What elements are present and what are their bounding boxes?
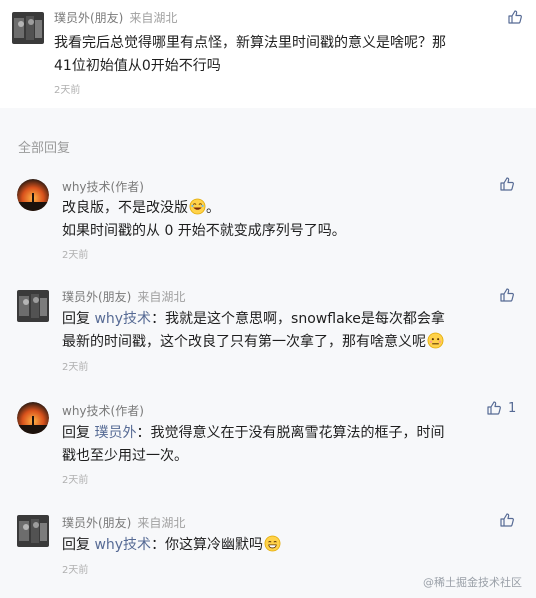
- laugh-emoji: [189, 198, 206, 215]
- reply-line-1: 回复 璞员外：我觉得意义在于没有脱离雪花算法的框子，时间: [62, 425, 445, 441]
- watermark: @稀土掘金技术社区: [423, 576, 522, 589]
- reply-time: 2天前: [62, 565, 89, 576]
- reply-target-link[interactable]: why技术: [94, 311, 151, 327]
- reply-time: 2天前: [62, 362, 89, 373]
- like-count: 1: [508, 400, 517, 416]
- reply-line-1: 回复 why技术：我就是这个意思啊，snowflake是每次都会拿: [62, 311, 445, 327]
- thumbs-up-icon: [500, 177, 514, 191]
- awkward-emoji: [427, 332, 444, 349]
- like-button[interactable]: [499, 512, 515, 528]
- thumbs-up-icon: [500, 513, 514, 527]
- comment-line-2: 41位初始值从0开始不行吗: [54, 58, 221, 74]
- thumbs-up-icon: [487, 401, 501, 415]
- author-location: 来自湖北: [129, 11, 178, 25]
- like-button[interactable]: [499, 287, 515, 303]
- comment-line-1: 我看完后总觉得哪里有点怪，新算法里时间戳的意义是啥呢？那: [54, 35, 446, 51]
- reply-author[interactable]: 璞员外(朋友) 来自湖北: [62, 288, 185, 305]
- reply-line-2: 最新的时间戳，这个改良了只有第一次拿了，那有啥意义呢: [62, 331, 527, 354]
- author-location: 来自湖北: [137, 516, 186, 530]
- like-button[interactable]: [507, 9, 523, 25]
- reply-text: 改良版，不是改没版。 如果时间戳的从 0 开始不就变成序列号了吗。: [62, 197, 522, 243]
- reply-line-2: 戳也至少用过一次。: [62, 448, 188, 464]
- avatar-puyuanwai[interactable]: [17, 290, 49, 322]
- reply-author[interactable]: why技术(作者): [62, 178, 144, 195]
- comment-author[interactable]: 璞员外(朋友) 来自湖北: [54, 9, 177, 26]
- comment-text: 我看完后总觉得哪里有点怪，新算法里时间戳的意义是啥呢？那 41位初始值从0开始不…: [54, 32, 524, 78]
- reply-time: 2天前: [62, 475, 89, 486]
- reply-line-1: 回复 why技术：你这算冷幽默吗: [62, 534, 527, 557]
- reply-text: 回复 璞员外：我觉得意义在于没有脱离雪花算法的框子，时间 戳也至少用过一次。: [62, 422, 527, 468]
- avatar-why[interactable]: [17, 179, 49, 211]
- reply-author[interactable]: why技术(作者): [62, 402, 144, 419]
- grin-emoji: [264, 535, 281, 552]
- thumbs-up-icon: [500, 288, 514, 302]
- reply-text: 回复 why技术：我就是这个意思啊，snowflake是每次都会拿 最新的时间戳…: [62, 308, 527, 354]
- author-name: 璞员外(朋友): [54, 11, 124, 25]
- reply-time: 2天前: [62, 250, 89, 261]
- avatar-puyuanwai[interactable]: [12, 12, 44, 44]
- reply-line-1: 改良版，不是改没版。: [62, 198, 220, 216]
- like-button[interactable]: [499, 176, 515, 192]
- reply-target-link[interactable]: why技术: [94, 537, 151, 553]
- top-comment: 璞员外(朋友) 来自湖北 我看完后总觉得哪里有点怪，新算法里时间戳的意义是啥呢？那…: [0, 0, 536, 108]
- avatar-puyuanwai[interactable]: [17, 515, 49, 547]
- reply-line-2: 如果时间戳的从 0 开始不就变成序列号了吗。: [62, 223, 346, 239]
- reply-text: 回复 why技术：你这算冷幽默吗: [62, 534, 527, 557]
- thumbs-up-icon: [508, 10, 522, 24]
- reply-author[interactable]: 璞员外(朋友) 来自湖北: [62, 514, 185, 531]
- author-location: 来自湖北: [137, 290, 186, 304]
- comment-time: 2天前: [54, 85, 81, 96]
- like-button[interactable]: 1: [486, 400, 516, 416]
- avatar-why[interactable]: [17, 402, 49, 434]
- reply-target-link[interactable]: 璞员外: [94, 425, 136, 441]
- replies-header: 全部回复: [18, 141, 71, 156]
